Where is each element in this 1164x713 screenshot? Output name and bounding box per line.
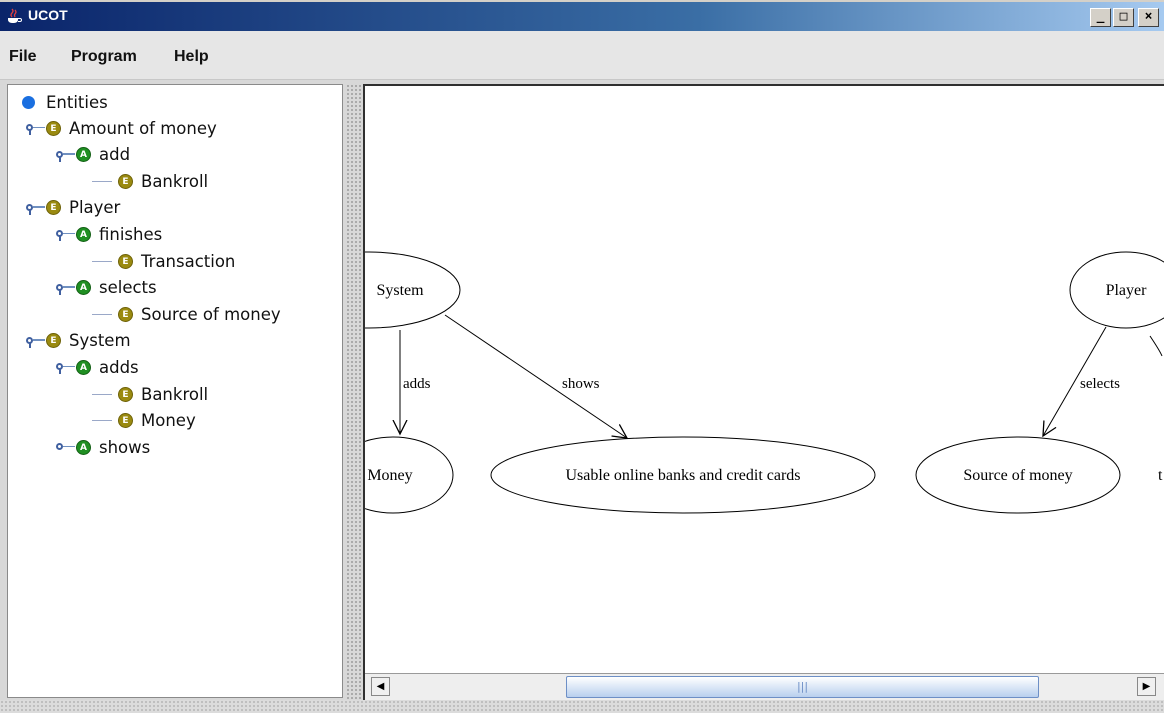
root-node-icon [22, 95, 35, 109]
collapse-handle-icon[interactable] [54, 149, 76, 162]
menu-bar: File Program Help [0, 31, 1164, 80]
collapse-handle-icon[interactable] [24, 335, 46, 348]
tree-connector-line [92, 420, 112, 422]
tree-node-label: finishes [99, 224, 163, 244]
tree-node-label: selects [99, 278, 157, 298]
collapse-handle-icon[interactable] [24, 122, 46, 135]
node-player-label: Player [1106, 282, 1148, 299]
tree-node-label: Amount of money [69, 118, 217, 138]
tree-connector-line [92, 393, 112, 395]
tree-connector-line [92, 313, 112, 315]
action-badge-icon: A [76, 226, 91, 242]
node-system[interactable]: System [365, 251, 461, 329]
split-pane-divider[interactable] [346, 84, 362, 700]
collapse-handle-icon[interactable] [54, 228, 76, 242]
minimize-button[interactable]: _ [1090, 8, 1111, 27]
edge-partial [1149, 335, 1163, 357]
collapse-handle-icon[interactable] [24, 202, 46, 215]
tree-root[interactable]: Entities [22, 90, 108, 114]
edge-selects-label: selects [1080, 376, 1120, 392]
tree-node-label: System [69, 331, 131, 351]
tree-node-label: add [99, 145, 131, 165]
node-money-label: Money [367, 467, 412, 484]
menu-file[interactable]: File [9, 48, 37, 66]
java-coffee-cup-icon [8, 8, 22, 23]
tree-node[interactable]: E Money [92, 409, 196, 433]
title-bar[interactable]: UCOT _ □ × [0, 0, 1164, 31]
tree-node-label: Player [69, 198, 121, 218]
action-badge-icon: A [76, 147, 91, 163]
horizontal-scrollbar[interactable]: ◀ ||| ▶ [365, 673, 1164, 700]
tree-node[interactable]: E System [24, 329, 131, 353]
graph-canvas[interactable]: adds shows selects System Player Money U… [363, 84, 1164, 700]
node-usable-online-banks[interactable]: Usable online banks and credit cards [490, 436, 876, 514]
edge-adds-label: adds [403, 376, 431, 392]
node-source-label: Source of money [963, 467, 1072, 484]
edge-shows-label: shows [562, 376, 600, 392]
entity-badge-icon: E [118, 413, 133, 429]
window-title: UCOT [28, 7, 68, 23]
tree-root-label: Entities [46, 92, 108, 112]
tree-node-label: Transaction [141, 251, 236, 271]
action-badge-icon: A [76, 439, 91, 455]
scroll-thumb[interactable]: ||| [566, 676, 1039, 698]
edge-adds: adds [400, 330, 431, 434]
entity-badge-icon: E [46, 200, 61, 216]
tree-connector-line [92, 180, 112, 182]
node-system-label: System [376, 282, 424, 299]
entity-badge-icon: E [118, 386, 133, 402]
entity-tree[interactable]: Entities E Amount of money Aadd E Bankroll E P… [7, 84, 343, 698]
tree-node[interactable]: Ashows [54, 435, 150, 459]
scroll-left-button[interactable]: ◀ [371, 677, 390, 696]
collapse-handle-icon[interactable] [54, 361, 76, 375]
node-money[interactable]: Money [365, 436, 454, 514]
tree-node[interactable]: E Bankroll [92, 169, 208, 193]
entity-badge-icon: E [46, 333, 61, 349]
tree-node[interactable]: Aadds [54, 355, 139, 379]
tree-node[interactable]: E Bankroll [92, 382, 208, 406]
entity-badge-icon: E [118, 173, 133, 189]
tree-node[interactable]: Aadd [54, 143, 130, 167]
scroll-right-button[interactable]: ▶ [1137, 677, 1156, 696]
entity-badge-icon: E [46, 120, 61, 136]
node-partial-label: t [1158, 467, 1163, 484]
tree-node-label: Money [141, 411, 196, 431]
menu-program[interactable]: Program [71, 48, 137, 66]
tree-connector-line [92, 260, 112, 262]
tree-node-label: Bankroll [141, 171, 209, 191]
close-button[interactable]: × [1138, 8, 1159, 27]
entity-badge-icon: E [118, 306, 133, 322]
action-badge-icon: A [76, 280, 91, 296]
status-strip [0, 700, 1164, 713]
tree-node-label: Source of money [141, 304, 281, 324]
tree-node-label: Bankroll [141, 384, 209, 404]
node-source-of-money[interactable]: Source of money [915, 436, 1121, 514]
edge-selects: selects [1043, 326, 1120, 436]
edge-shows: shows [444, 314, 627, 438]
expand-handle-icon[interactable] [54, 441, 76, 453]
tree-node-label: shows [99, 437, 151, 457]
graph-diagram: adds shows selects System Player Money U… [365, 251, 1164, 514]
tree-node[interactable]: E Source of money [92, 302, 281, 326]
tree-node[interactable]: Afinishes [54, 222, 162, 246]
maximize-button[interactable]: □ [1113, 8, 1134, 27]
node-player[interactable]: Player [1069, 251, 1164, 329]
tree-node[interactable]: E Transaction [92, 249, 235, 273]
tree-node[interactable]: E Amount of money [24, 116, 217, 140]
tree-node[interactable]: Aselects [54, 276, 157, 300]
tree-node-label: adds [99, 357, 139, 377]
tree-node[interactable]: E Player [24, 196, 120, 220]
collapse-handle-icon[interactable] [54, 282, 76, 295]
menu-help[interactable]: Help [174, 48, 209, 66]
entity-badge-icon: E [118, 253, 133, 269]
node-usable-label: Usable online banks and credit cards [565, 467, 800, 484]
action-badge-icon: A [76, 359, 91, 375]
